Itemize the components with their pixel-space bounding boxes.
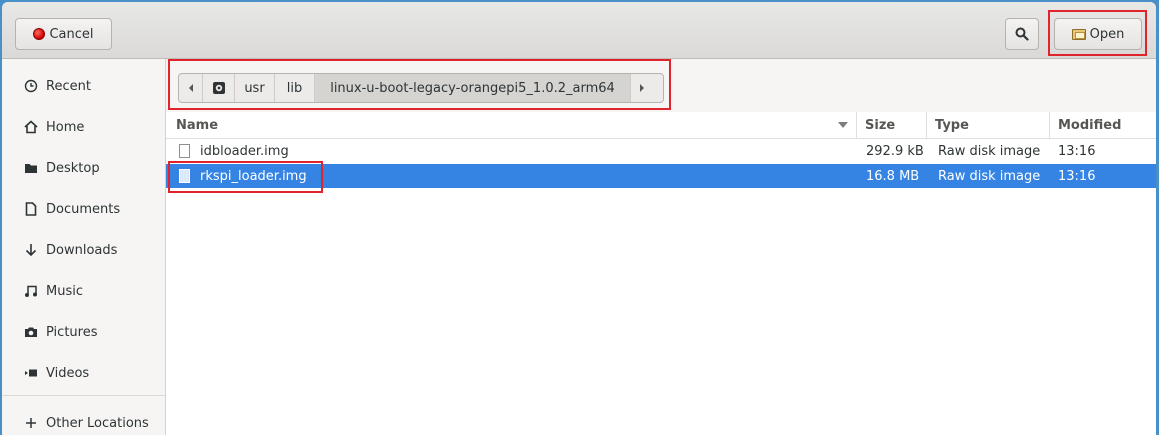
sidebar-item-label: Recent [46, 78, 91, 94]
chevron-right-icon [640, 84, 644, 92]
sidebar-item-documents[interactable]: Documents [2, 194, 165, 224]
column-header-label: Name [176, 117, 219, 133]
path-segment-label: lib [286, 80, 303, 96]
places-sidebar: Recent Home Desktop Documents Downloads [2, 59, 166, 435]
column-header-size[interactable]: Size [856, 112, 926, 138]
file-modified: 13:16 [1058, 143, 1096, 159]
sidebar-item-label: Other Locations [46, 415, 149, 431]
clock-icon [24, 79, 38, 93]
open-folder-icon [1071, 28, 1086, 40]
header-bar: Cancel Open [2, 2, 1156, 59]
sidebar-item-recent[interactable]: Recent [2, 71, 165, 101]
music-note-icon [24, 284, 38, 298]
camera-icon [24, 325, 38, 339]
sidebar-item-other-locations[interactable]: Other Locations [2, 408, 165, 435]
drive-icon [212, 82, 225, 94]
sidebar-item-desktop[interactable]: Desktop [2, 153, 165, 183]
path-segment-current[interactable]: linux-u-boot-legacy-orangepi5_1.0.2_arm6… [315, 74, 631, 102]
file-type: Raw disk image [938, 168, 1041, 184]
sidebar-item-music[interactable]: Music [2, 276, 165, 306]
column-header-label: Type [935, 117, 969, 133]
sidebar-item-label: Documents [46, 201, 121, 217]
sidebar-item-label: Music [46, 283, 83, 299]
file-chooser-dialog: Cancel Open Recent Home Desktop Document… [2, 2, 1156, 435]
download-arrow-icon [24, 243, 38, 257]
sidebar-item-label: Downloads [46, 242, 118, 258]
path-bar: usr lib linux-u-boot-legacy-orangepi5_1.… [178, 73, 664, 103]
file-icon [179, 169, 190, 183]
path-root-button[interactable] [203, 74, 235, 102]
chevron-left-icon [188, 84, 193, 92]
sidebar-item-pictures[interactable]: Pictures [2, 317, 165, 347]
sidebar-item-label: Pictures [46, 324, 98, 340]
file-row-selected[interactable]: rkspi_loader.img 16.8 MB Raw disk image … [166, 164, 1156, 188]
cancel-button[interactable]: Cancel [15, 18, 112, 50]
folder-icon [24, 161, 38, 175]
document-icon [24, 202, 38, 216]
file-row[interactable]: idbloader.img 292.9 kB Raw disk image 13… [166, 139, 1156, 163]
column-header-label: Modified [1058, 117, 1122, 133]
file-size: 292.9 kB [866, 143, 924, 159]
column-header-modified[interactable]: Modified [1049, 112, 1156, 138]
path-scroll-left-button[interactable] [179, 74, 203, 102]
video-icon [24, 366, 38, 380]
column-header-label: Size [865, 117, 896, 133]
sort-descending-icon [838, 122, 848, 128]
plus-icon [24, 416, 38, 430]
file-name: idbloader.img [200, 143, 289, 159]
open-button[interactable]: Open [1054, 18, 1142, 50]
sidebar-divider [2, 395, 165, 396]
column-header-row: Name Size Type Modified [166, 112, 1156, 139]
file-modified: 13:16 [1058, 168, 1096, 184]
sidebar-item-label: Desktop [46, 160, 100, 176]
column-header-name[interactable]: Name [166, 112, 856, 138]
sidebar-item-downloads[interactable]: Downloads [2, 235, 165, 265]
sidebar-item-label: Videos [46, 365, 90, 381]
file-type: Raw disk image [938, 143, 1041, 159]
file-list: Name Size Type Modified idbloader.img 29… [166, 112, 1156, 435]
open-label: Open [1089, 26, 1125, 42]
path-segment-lib[interactable]: lib [275, 74, 315, 102]
file-icon [179, 144, 190, 158]
sidebar-item-home[interactable]: Home [2, 112, 165, 142]
search-icon [1015, 27, 1029, 41]
home-icon [24, 120, 38, 134]
path-segment-label: linux-u-boot-legacy-orangepi5_1.0.2_arm6… [330, 80, 615, 96]
cancel-label: Cancel [49, 26, 94, 42]
path-segment-label: usr [244, 80, 265, 96]
cancel-icon [33, 28, 46, 40]
file-name: rkspi_loader.img [200, 168, 307, 184]
file-size: 16.8 MB [866, 168, 920, 184]
path-segment-usr[interactable]: usr [235, 74, 275, 102]
path-scroll-right-button[interactable] [631, 74, 653, 102]
sidebar-item-label: Home [46, 119, 85, 135]
sidebar-item-videos[interactable]: Videos [2, 358, 165, 388]
column-header-type[interactable]: Type [926, 112, 1049, 138]
search-button[interactable] [1005, 18, 1039, 50]
